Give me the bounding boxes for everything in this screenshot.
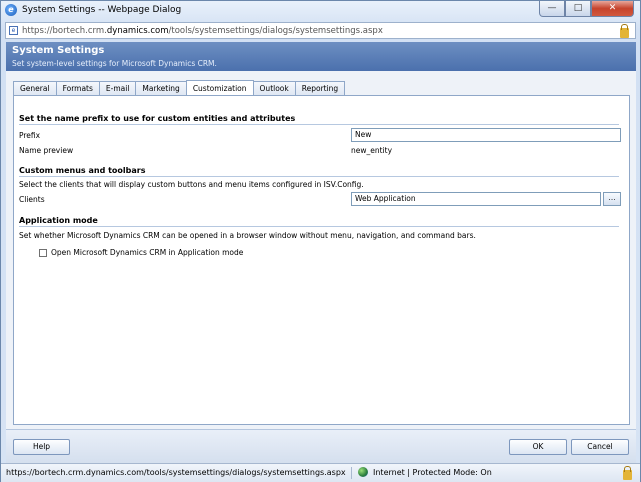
menus-description: Select the clients that will display cus… [19,180,364,189]
dialog-content: General Formats E-mail Marketing Customi… [6,71,636,429]
header-subtitle: Set system-level settings for Microsoft … [12,59,217,68]
app-mode-checkbox-label[interactable]: Open Microsoft Dynamics CRM in Applicati… [51,248,243,257]
app-mode-checkbox[interactable] [39,249,47,257]
tab-strip: General Formats E-mail Marketing Customi… [13,80,346,96]
close-button[interactable]: ✕ [591,1,634,17]
clients-lookup-button[interactable]: ... [603,192,621,206]
prefix-input[interactable]: New [351,128,621,142]
help-button[interactable]: Help [13,439,70,455]
tab-customization[interactable]: Customization [185,80,254,96]
internet-zone-icon [358,467,368,477]
name-preview-value: new_entity [351,146,393,155]
section-divider [19,176,619,177]
cancel-button[interactable]: Cancel [571,439,629,455]
prefix-section-heading: Set the name prefix to use for custom en… [19,114,296,123]
section-divider [19,124,619,125]
name-preview-label: Name preview [19,146,74,155]
security-zone-label[interactable]: Internet | Protected Mode: On [373,468,492,477]
header-title: System Settings [12,45,105,56]
app-mode-section-heading: Application mode [19,216,98,225]
clients-label: Clients [19,195,45,204]
tab-formats[interactable]: Formats [55,81,100,95]
window-controls: — □ ✕ [539,1,634,18]
status-bar: https://bortech.crm.dynamics.com/tools/s… [1,463,640,482]
prefix-label: Prefix [19,131,41,140]
status-url: https://bortech.crm.dynamics.com/tools/s… [6,468,346,477]
page-icon: e [9,26,18,35]
maximize-button[interactable]: □ [565,1,591,17]
minimize-button[interactable]: — [539,1,565,17]
address-bar[interactable]: e https://bortech.crm.dynamics.com/tools… [5,22,636,39]
dialog-window: e System Settings -- Webpage Dialog — □ … [0,0,641,482]
menus-section-heading: Custom menus and toolbars [19,166,146,175]
dialog-footer: Help OK Cancel [6,429,636,464]
tab-outlook[interactable]: Outlook [252,81,296,95]
tab-email[interactable]: E-mail [98,81,137,95]
lock-icon[interactable] [620,24,629,38]
status-lock-icon[interactable] [623,466,632,480]
address-url[interactable]: https://bortech.crm.dynamics.com/tools/s… [22,26,383,36]
customization-panel: Set the name prefix to use for custom en… [13,95,630,425]
tab-reporting[interactable]: Reporting [294,81,346,95]
ok-button[interactable]: OK [509,439,567,455]
ie-icon: e [5,4,17,16]
title-bar[interactable]: e System Settings -- Webpage Dialog — □ … [1,1,640,21]
clients-input[interactable]: Web Application [351,192,601,206]
tab-marketing[interactable]: Marketing [135,81,187,95]
dialog-header: System Settings Set system-level setting… [6,42,636,71]
status-divider [351,467,352,479]
section-divider [19,226,619,227]
window-title: System Settings -- Webpage Dialog [22,5,182,15]
tab-general[interactable]: General [13,81,57,95]
app-mode-description: Set whether Microsoft Dynamics CRM can b… [19,231,476,240]
